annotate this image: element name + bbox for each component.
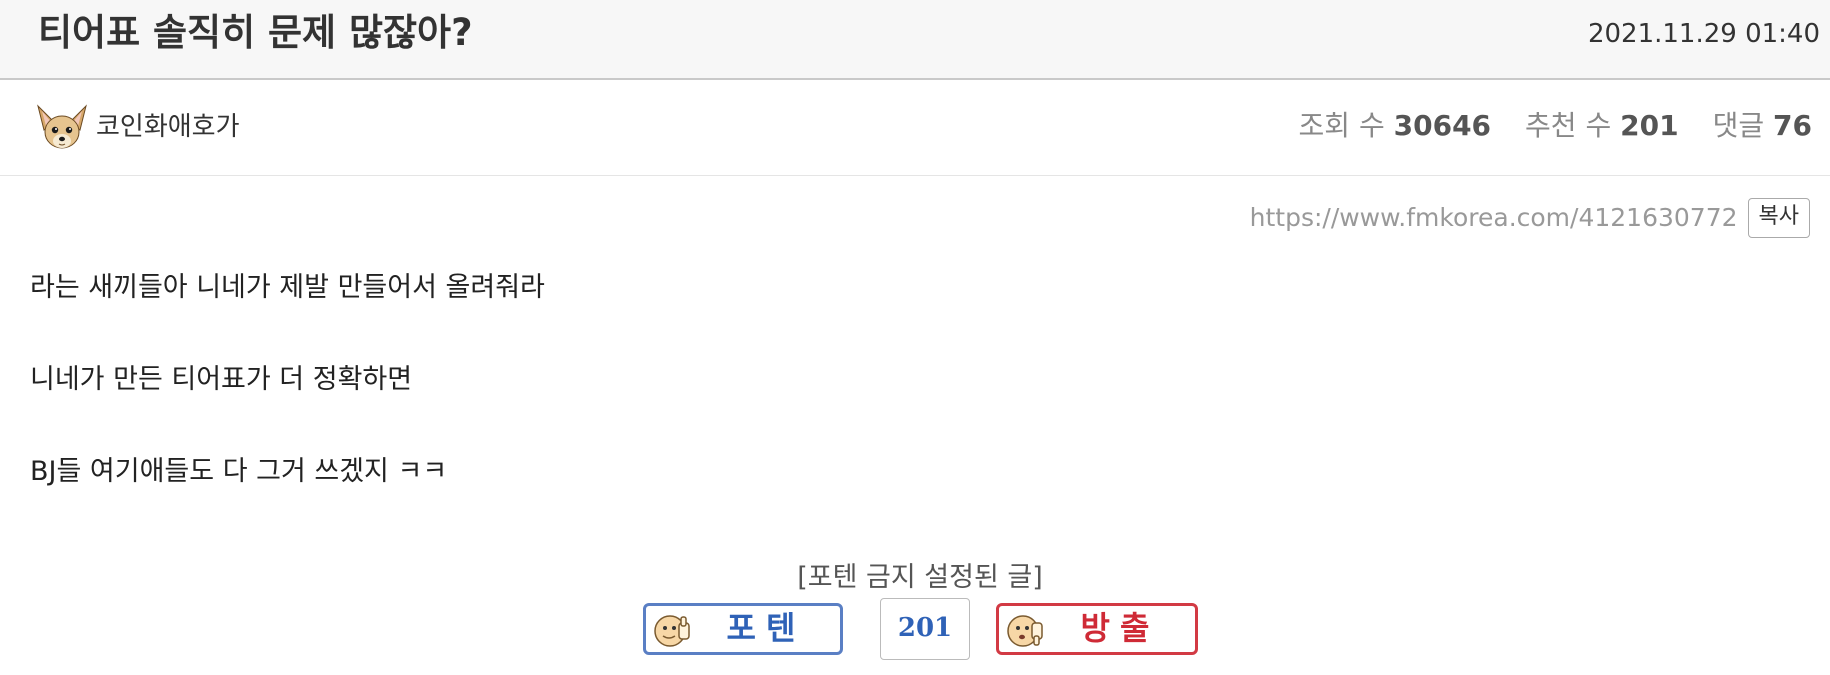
comments-stat[interactable]: 댓글 76 [1713, 109, 1812, 142]
thumbs-down-face-icon [1007, 615, 1043, 647]
post-url[interactable]: https://www.fmkorea.com/4121630772 [1250, 198, 1738, 238]
views-count: 30646 [1393, 109, 1492, 142]
comments-label: 댓글 [1712, 109, 1765, 142]
post-meta-bar: 코인화애호가 조회 수 30646 추천 수 201 댓글 76 [0, 80, 1830, 176]
post-stats: 조회 수 30646 추천 수 201 댓글 76 [1265, 106, 1812, 146]
body-line: 라는 새끼들아 니네가 제발 만들어서 올려줘라 [30, 272, 545, 303]
recommend-count: 201 [1620, 109, 1679, 142]
body-line: 니네가 만든 티어표가 더 정확하면 [30, 364, 413, 395]
bangchul-vote-button[interactable]: 방출 [996, 603, 1198, 655]
recommend-stat: 추천 수 201 [1525, 109, 1679, 142]
recommend-label: 추천 수 [1525, 109, 1612, 142]
vote-count: 201 [880, 598, 970, 660]
copy-url-button[interactable]: 복사 [1747, 198, 1810, 238]
comments-count: 76 [1773, 109, 1812, 142]
post-title: 티어표 솔직히 문제 많잖아? [38, 11, 473, 54]
vote-notice: [포텐 금지 설정된 글] [797, 562, 1043, 593]
body-line: BJ들 여기애들도 다 그거 쓰겠지 ㅋㅋ [30, 456, 448, 487]
chihuahua-avatar-icon[interactable] [34, 100, 90, 156]
poten-vote-button[interactable]: 포텐 [643, 603, 843, 655]
post-date: 2021.11.29 01:40 [1587, 19, 1820, 49]
views-stat: 조회 수 30646 [1299, 109, 1492, 142]
views-label: 조회 수 [1298, 109, 1385, 142]
post-header: 티어표 솔직히 문제 많잖아? 2021.11.29 01:40 [0, 0, 1830, 80]
author-name[interactable]: 코인화애호가 [96, 108, 240, 146]
poten-vote-label: 포텐 [726, 609, 806, 647]
bangchul-vote-label: 방출 [1080, 609, 1160, 647]
thumbs-up-face-icon [654, 615, 690, 647]
post-body: 라는 새끼들아 니네가 제발 만들어서 올려줘라 니네가 만든 티어표가 더 정… [30, 268, 1790, 544]
post-url-row: https://www.fmkorea.com/4121630772 복사 [1250, 198, 1810, 238]
